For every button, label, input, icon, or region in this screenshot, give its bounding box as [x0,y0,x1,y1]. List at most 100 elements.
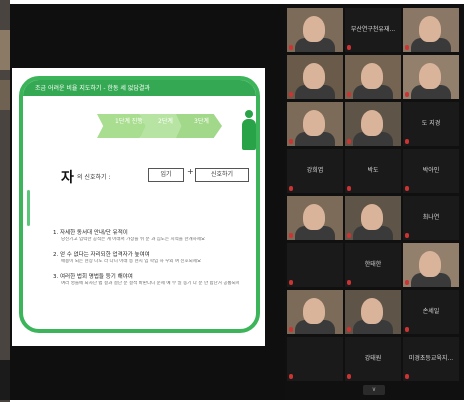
mic-muted-icon [289,280,293,285]
instruction-title: 1. 자세한 동서대 안내/단 유적이 [53,230,128,236]
participant-face [303,63,325,89]
participant-video-tile[interactable] [403,243,459,287]
mic-muted-icon [347,139,351,144]
mic-muted-icon [405,233,409,238]
slide-frame: 조금 어려운 비율 지도하기 - 한동 세 없답결과 1단계 진행중 2단계 3… [19,76,260,333]
photo-fragment [0,80,10,110]
participant-video-tile[interactable] [345,290,401,334]
participant-face [361,110,383,136]
participant-face [419,63,441,89]
mic-muted-icon [289,374,293,379]
participant-name: 박아인 [422,167,440,174]
mic-muted-icon [289,45,293,50]
participant-video-tile[interactable] [287,55,343,99]
participant-face [303,298,325,324]
participant-name-tile[interactable]: 미경초등교육지... [403,337,459,381]
target-character: 자 [61,170,74,186]
participant-name: 부산연구천유재... [350,26,396,33]
slide-title: 조금 어려운 비율 지도하기 - 한동 세 없답결과 [35,85,150,92]
participant-face [303,16,325,42]
mic-muted-icon [347,374,351,379]
participant-name-tile[interactable] [287,337,343,381]
participant-video-tile[interactable] [403,55,459,99]
participant-video-tile[interactable] [287,196,343,240]
step-arrow-3: 3단계 [176,114,222,138]
participant-video-tile[interactable] [345,55,401,99]
character-suffix: 의 신호하기 : [77,174,111,181]
participant-name: 도 지경 [421,120,441,127]
mic-muted-icon [405,280,409,285]
participant-name: 최나연 [422,214,440,221]
instruction-item: 3. 여러한 법회 명법들 등기 해야여 여러 영들에 되사단 법 결과 결단 … [53,274,239,287]
participant-gallery: 부산연구천유재... 도 지경강희엽 박도 박아인최나연한태한손세일강태원 미경초등교육… [285,4,464,400]
mic-muted-icon [289,233,293,238]
instruction-detail: 매용이 되는 현상 나도 라 다니 아래 등 현지 입 학입 하 우외 여 신호… [61,259,202,264]
participant-face [419,16,441,42]
plus-sign: + [187,167,194,176]
participant-name-tile[interactable]: 도 지경 [403,102,459,146]
participant-video-tile[interactable] [345,102,401,146]
participant-face [361,298,383,324]
screen-share-area: 조금 어려운 비율 지도하기 - 한동 세 없답결과 1단계 진행중 2단계 3… [10,4,285,400]
person-icon [241,110,257,150]
instruction-title: 3. 여러한 법회 명법들 등기 해야여 [53,274,133,280]
participant-name-tile[interactable]: 최나연 [403,196,459,240]
mic-muted-icon [289,186,293,191]
participant-video-tile[interactable] [345,196,401,240]
background-photo-edge [0,0,10,402]
instruction-detail: 여러 영들에 되사단 법 결과 결단 분 결석 바판다니 문제 예 부 일 동기… [61,281,239,286]
step-label-3: 3단계 [194,118,209,125]
participant-name-tile[interactable]: 박도 [345,149,401,193]
video-meeting-window: 조금 어려운 비율 지도하기 - 한동 세 없답결과 1단계 진행중 2단계 3… [10,4,464,400]
participant-video-tile[interactable] [403,8,459,52]
participant-face [361,63,383,89]
step-arrow-1: 1단계 진행중 [97,114,149,138]
mic-muted-icon [347,233,351,238]
participant-name: 손세일 [422,308,440,315]
step-label-2: 2단계 [158,118,173,125]
participant-name-tile[interactable]: 한태한 [345,243,401,287]
answer-box-2: 신호하기 [195,168,249,182]
mic-muted-icon [405,92,409,97]
photo-fragment [0,360,10,400]
mic-muted-icon [289,92,293,97]
participant-name: 미경초등교육지... [408,355,454,362]
participant-face [419,251,441,277]
shared-slide: 조금 어려운 비율 지도하기 - 한동 세 없답결과 1단계 진행중 2단계 3… [12,68,265,346]
mic-muted-icon [405,139,409,144]
participant-name: 한태한 [364,261,382,268]
participant-name-tile[interactable] [287,243,343,287]
mic-muted-icon [347,92,351,97]
instruction-title: 2. 얻 수 없다는 자리되한 업격자가 높여여 [53,252,150,258]
slide-header-bar: 조금 어려운 비율 지도하기 - 한동 세 없답결과 [23,80,256,96]
photo-fragment [0,30,10,70]
participant-name: 박도 [367,167,379,174]
instruction-item: 1. 자세한 동서대 안내/단 유적이 당신기고 입력한 공적은 계 아래서 가… [53,230,239,243]
mic-muted-icon [347,280,351,285]
participant-face [303,110,325,136]
participant-video-tile[interactable] [287,8,343,52]
mic-muted-icon [289,139,293,144]
mic-muted-icon [347,186,351,191]
answer-box-1: 임기 [148,168,184,182]
participant-name-tile[interactable]: 강희엽 [287,149,343,193]
participant-name: 강태원 [364,355,382,362]
participant-name-tile[interactable]: 손세일 [403,290,459,334]
participant-name-tile[interactable]: 강태원 [345,337,401,381]
participant-name-tile[interactable]: 부산연구천유재... [345,8,401,52]
mic-muted-icon [347,45,351,50]
mic-muted-icon [405,374,409,379]
slide-side-bar [27,190,30,226]
instruction-item: 2. 얻 수 없다는 자리되한 업격자가 높여여 매용이 되는 현상 나도 라 … [53,252,239,265]
participant-face [361,204,383,230]
mic-muted-icon [405,327,409,332]
instruction-list: 1. 자세한 동서대 안내/단 유적이 당신기고 입력한 공적은 계 아래서 가… [53,230,239,296]
participant-name-tile[interactable]: 박아인 [403,149,459,193]
gallery-more-button[interactable]: ∨ [363,385,385,395]
mic-muted-icon [405,45,409,50]
participant-name: 강희엽 [306,167,324,174]
participant-video-tile[interactable] [287,102,343,146]
instruction-detail: 당신기고 입력한 공적은 계 아래서 가상을 뒤 분 과 심도는 시적을 한개하… [61,237,206,242]
participant-video-tile[interactable] [287,290,343,334]
participant-face [303,204,325,230]
